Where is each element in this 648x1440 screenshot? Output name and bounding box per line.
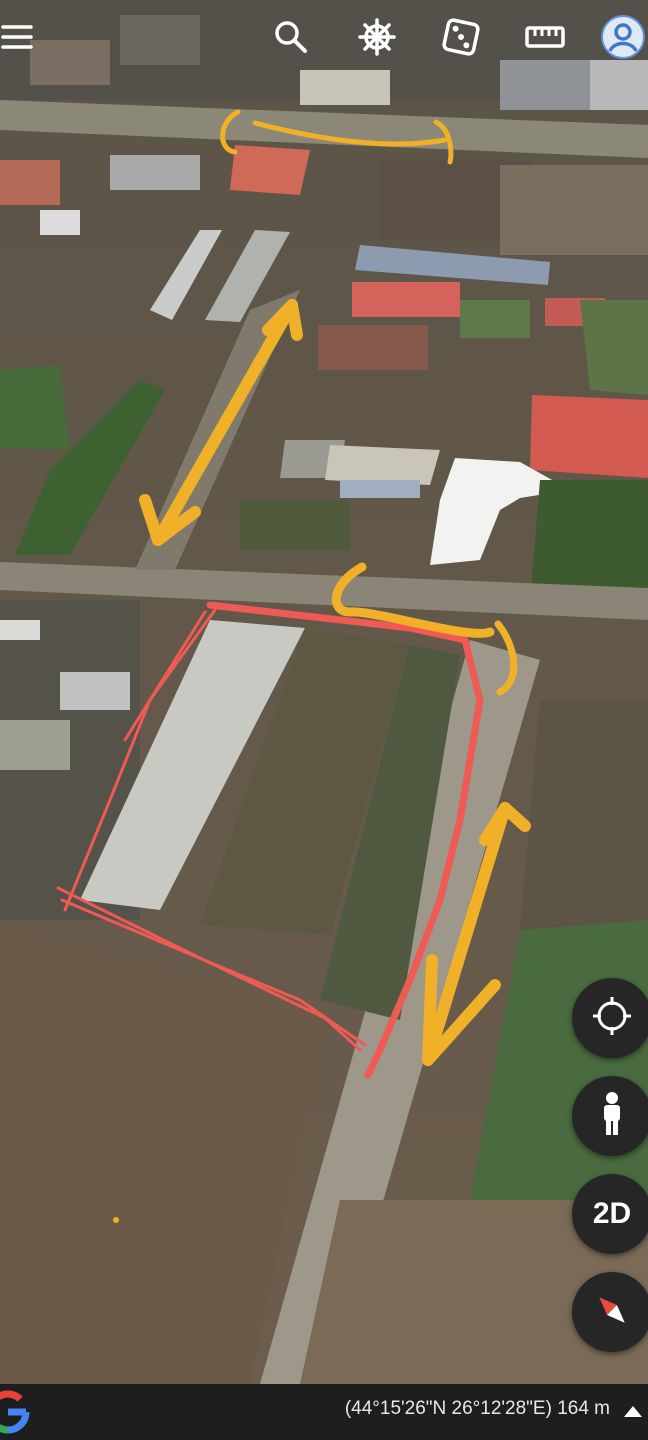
- menu-icon[interactable]: [0, 12, 42, 62]
- pegman-icon: [597, 1091, 627, 1142]
- crosshair-icon: [590, 994, 634, 1043]
- satellite-map[interactable]: [0, 0, 648, 1384]
- status-bar: (44°15'26"N 26°12'28"E) 164 m: [0, 1384, 648, 1440]
- coordinates-readout: (44°15'26"N 26°12'28"E) 164 m: [344, 1398, 610, 1419]
- search-icon[interactable]: [266, 12, 316, 62]
- voyager-icon[interactable]: [352, 12, 402, 62]
- compass-icon: [590, 1288, 634, 1337]
- google-g-icon: [0, 1390, 30, 1434]
- top-toolbar: [0, 0, 648, 78]
- view-mode-label: 2D: [592, 1197, 632, 1230]
- dice-icon[interactable]: [436, 12, 486, 62]
- caret-up-icon[interactable]: [622, 1402, 644, 1422]
- street-view-button[interactable]: [572, 1076, 648, 1156]
- ruler-icon[interactable]: [520, 12, 570, 62]
- my-location-button[interactable]: [572, 978, 648, 1058]
- account-icon[interactable]: [598, 12, 648, 62]
- view-mode-button[interactable]: 2D: [572, 1174, 648, 1254]
- compass-button[interactable]: [572, 1272, 648, 1352]
